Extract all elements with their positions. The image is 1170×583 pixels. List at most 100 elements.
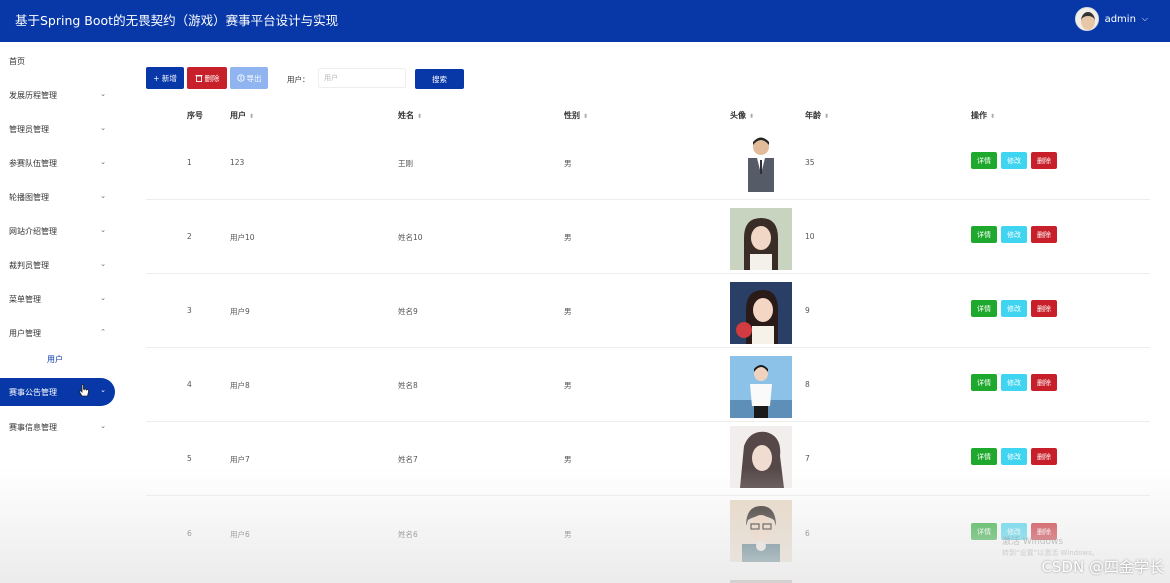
table-row[interactable]: 3 用户9 姓名9 男 9 详情 修改 删除 <box>146 274 1150 348</box>
delete-button[interactable]: 删除 <box>1031 300 1057 317</box>
edit-button[interactable]: 修改 <box>1001 300 1027 317</box>
cell-user: 用户10 <box>230 233 255 242</box>
column-actions[interactable]: 操作 ⬍ <box>971 110 995 121</box>
windows-activation-mark: 激活 Windows <box>1002 537 1064 547</box>
avatar-thumbnail[interactable] <box>730 426 792 488</box>
detail-button[interactable]: 详情 <box>971 152 997 169</box>
sort-icon[interactable]: ⬍ <box>990 113 995 120</box>
row-actions: 详情 修改 删除 <box>971 448 1057 465</box>
column-name[interactable]: 姓名 ⬍ <box>398 110 422 121</box>
chevron-down-icon[interactable]: ⌵ <box>1142 14 1148 24</box>
column-gender[interactable]: 性别 ⬍ <box>564 110 588 121</box>
delete-button[interactable]: 删除 <box>1031 226 1057 243</box>
sort-icon[interactable]: ⬍ <box>249 113 254 120</box>
sidebar-item-menus[interactable]: 菜单管理 ⌄ <box>0 286 115 312</box>
username[interactable]: admin <box>1105 14 1136 25</box>
cell-gender: 男 <box>564 381 572 390</box>
column-avatar[interactable]: 头像 ⬍ <box>730 110 754 121</box>
edit-button[interactable]: 修改 <box>1001 374 1027 391</box>
avatar-thumbnail[interactable] <box>730 208 792 270</box>
export-icon <box>236 74 245 82</box>
cell-age: 6 <box>805 529 810 538</box>
export-button[interactable]: 导出 <box>230 67 268 89</box>
cell-age: 35 <box>805 158 815 167</box>
cell-index: 2 <box>187 232 192 241</box>
app-title: 基于Spring Boot的无畏契约（游戏）赛事平台设计与实现 <box>15 13 339 28</box>
column-actions-label: 操作 <box>971 111 987 120</box>
sidebar-item-event-info[interactable]: 赛事信息管理 ⌄ <box>0 414 115 440</box>
user-avatar[interactable] <box>1074 7 1099 31</box>
cell-index: 5 <box>187 454 192 463</box>
delete-button[interactable]: 删除 <box>1031 448 1057 465</box>
sort-icon[interactable]: ⬍ <box>824 113 829 120</box>
sidebar-item-label: 首页 <box>9 56 25 66</box>
table-row[interactable]: 1 123 王刚 男 35 详情 修改 删除 <box>146 126 1150 200</box>
chevron-down-icon: ⌄ <box>100 158 106 166</box>
sidebar-item-announcements[interactable]: 赛事公告管理 ⌄ <box>0 378 115 406</box>
column-gender-label: 性别 <box>564 111 580 120</box>
row-actions: 详情 修改 删除 <box>971 300 1057 317</box>
sidebar-subitem-user[interactable]: 用户 <box>47 354 63 365</box>
avatar-thumbnail[interactable] <box>730 356 792 418</box>
cell-user: 用户6 <box>230 530 250 539</box>
column-user[interactable]: 用户 ⬍ <box>230 110 254 121</box>
cell-name: 姓名7 <box>398 455 418 464</box>
table-row[interactable]: 6 用户6 姓名6 男 6 详情 修改 删除 <box>146 496 1150 570</box>
sidebar-item-referees[interactable]: 裁判员管理 ⌄ <box>0 252 115 278</box>
sidebar-item-admins[interactable]: 管理员管理 ⌄ <box>0 116 115 142</box>
sidebar-item-history[interactable]: 发展历程管理 ⌄ <box>0 82 115 108</box>
chevron-down-icon: ⌄ <box>100 260 106 268</box>
sidebar-item-label: 用户管理 <box>9 328 41 338</box>
sidebar-item-label: 发展历程管理 <box>9 90 57 100</box>
cell-user: 用户8 <box>230 381 250 390</box>
sidebar-item-site-intro[interactable]: 网站介绍管理 ⌄ <box>0 218 115 244</box>
sidebar: 首页 发展历程管理 ⌄ 管理员管理 ⌄ 参赛队伍管理 ⌄ 轮播图管理 ⌄ 网站介… <box>0 42 120 583</box>
avatar-thumbnail[interactable] <box>730 500 792 562</box>
sort-icon[interactable]: ⬍ <box>749 113 754 120</box>
edit-button[interactable]: 修改 <box>1001 152 1027 169</box>
search-input[interactable] <box>318 68 406 88</box>
table-row[interactable]: 2 用户10 姓名10 男 10 详情 修改 删除 <box>146 200 1150 274</box>
cell-name: 王刚 <box>398 159 413 168</box>
trash-icon <box>195 75 202 82</box>
sort-icon[interactable]: ⬍ <box>583 113 588 120</box>
detail-button[interactable]: 详情 <box>971 300 997 317</box>
row-actions: 详情 修改 删除 <box>971 226 1057 243</box>
chevron-down-icon: ⌄ <box>100 90 106 98</box>
sidebar-item-home[interactable]: 首页 <box>0 48 115 74</box>
column-age[interactable]: 年龄 ⬍ <box>805 110 829 121</box>
cell-index: 6 <box>187 529 192 538</box>
avatar-thumbnail[interactable] <box>730 130 792 192</box>
cell-name: 姓名9 <box>398 307 418 316</box>
cell-gender: 男 <box>564 159 572 168</box>
sidebar-item-label: 菜单管理 <box>9 294 41 304</box>
batch-delete-label: 删除 <box>204 73 220 83</box>
sidebar-item-teams[interactable]: 参赛队伍管理 ⌄ <box>0 150 115 176</box>
sidebar-item-carousel[interactable]: 轮播图管理 ⌄ <box>0 184 115 210</box>
cell-user: 用户7 <box>230 455 250 464</box>
table-row[interactable]: 5 用户7 姓名7 男 7 详情 修改 删除 <box>146 422 1150 496</box>
detail-button[interactable]: 详情 <box>971 226 997 243</box>
detail-button[interactable]: 详情 <box>971 448 997 465</box>
detail-button[interactable]: 详情 <box>971 374 997 391</box>
delete-button[interactable]: 删除 <box>1031 152 1057 169</box>
hand-cursor-icon <box>79 384 89 397</box>
column-name-label: 姓名 <box>398 111 414 120</box>
cell-name: 姓名10 <box>398 233 423 242</box>
cell-age: 7 <box>805 454 810 463</box>
edit-button[interactable]: 修改 <box>1001 448 1027 465</box>
column-age-label: 年龄 <box>805 111 821 120</box>
user-menu[interactable]: admin ⌵ <box>1074 7 1148 31</box>
table-row[interactable]: 4 用户8 姓名8 男 8 详情 修改 删除 <box>146 348 1150 422</box>
delete-button[interactable]: 删除 <box>1031 374 1057 391</box>
avatar-thumbnail[interactable] <box>730 282 792 344</box>
batch-delete-button[interactable]: 删除 <box>187 67 227 89</box>
cell-age: 8 <box>805 380 810 389</box>
add-button[interactable]: + 新增 <box>146 67 184 89</box>
detail-button[interactable]: 详情 <box>971 523 997 540</box>
search-button[interactable]: 搜索 <box>415 69 464 89</box>
sidebar-item-label: 网站介绍管理 <box>9 226 57 236</box>
edit-button[interactable]: 修改 <box>1001 226 1027 243</box>
sort-icon[interactable]: ⬍ <box>417 113 422 120</box>
sidebar-item-users[interactable]: 用户管理 ⌃ <box>0 320 115 346</box>
